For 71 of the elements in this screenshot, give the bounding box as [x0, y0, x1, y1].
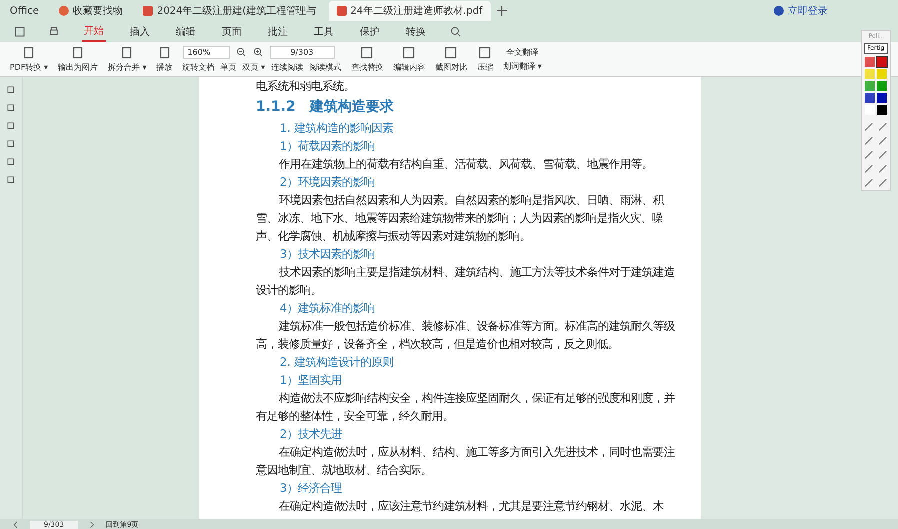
- subheading-text: 1）坚固实用: [279, 372, 344, 389]
- subheading-text: 2）技术先进: [279, 426, 344, 443]
- paragraph-text: 在确定构造做法时，应该注意节约建筑材料，尤其是要注意节约钢材、水泥、木: [278, 498, 665, 515]
- translate-button[interactable]: 划词翻译 ▾: [503, 60, 542, 72]
- translate-button[interactable]: 全文翻译: [503, 46, 542, 58]
- ribbon-button[interactable]: 双页 ▾: [242, 62, 266, 72]
- ribbon-button[interactable]: 压缩: [477, 46, 494, 72]
- menu-tab[interactable]: 页面: [220, 23, 244, 41]
- ribbon-button[interactable]: 截图对比: [435, 46, 468, 72]
- new-tab-icon[interactable]: [494, 4, 509, 18]
- ribbon-button[interactable]: PDF转换 ▾: [10, 46, 48, 72]
- ribbon-button[interactable]: 查找替换: [351, 46, 384, 72]
- ribbon-button[interactable]: 连续阅读: [271, 62, 304, 72]
- document-tab[interactable]: Office: [2, 1, 48, 21]
- paragraph-text: 电系统和弱电系统。: [256, 78, 356, 95]
- previous-page-icon[interactable]: [12, 520, 20, 528]
- ribbon-button[interactable]: 旋转文档: [182, 62, 215, 72]
- color-swatch[interactable]: [877, 105, 887, 115]
- ribbon-button[interactable]: 编辑内容: [393, 46, 426, 72]
- zoom-field[interactable]: 160%: [182, 46, 230, 58]
- menu-tab[interactable]: 工具: [312, 23, 336, 41]
- subheading-text: 3）经济合理: [279, 480, 344, 497]
- paragraph-text: 作用在建筑物上的荷载有结构自重、活荷载、风荷载、雪荷载、地震作用等。: [278, 156, 654, 173]
- color-swatch[interactable]: [877, 93, 887, 103]
- square-icon[interactable]: [402, 46, 416, 60]
- print-icon[interactable]: [48, 26, 60, 38]
- square-icon[interactable]: [360, 46, 374, 60]
- color-swatch[interactable]: [877, 57, 887, 67]
- color-swatch[interactable]: [865, 69, 875, 79]
- menu-tab[interactable]: 转换: [404, 23, 428, 41]
- zoom-out-icon[interactable]: [236, 46, 247, 58]
- ribbon-button[interactable]: 输出为图片: [58, 46, 98, 72]
- paragraph-text: 技术因素的影响主要是指建筑材料、建筑结构、施工方法等技术条件对于建筑建造设计的影响。: [256, 264, 676, 299]
- pdf-file-icon: [143, 6, 154, 16]
- document-tab[interactable]: 24年二级注册建造师教材.pdf: [328, 1, 491, 21]
- document-tab[interactable]: 2024年二级注册建(建筑工程管理与: [135, 1, 325, 21]
- user-avatar-icon: [774, 6, 784, 16]
- subheading-text: 1. 建筑构造的影响因素: [279, 120, 394, 137]
- paragraph-text: 在确定构造做法时，应从材料、结构、施工等多方面引入先进技术，同时也需要注意因地制宜、就地取材、结合实际。: [256, 444, 676, 479]
- menu-tab[interactable]: 编辑: [174, 23, 198, 41]
- paragraph-text: 构造做法不应影响结构安全，构件连接应坚固耐久，保证有足够的强度和刚度，并有足够的整体性，安全可靠，经久耐用。: [256, 390, 676, 425]
- pdf-file-icon: [336, 6, 347, 16]
- search-icon[interactable]: [450, 26, 462, 38]
- subheading-text: 4）建筑标准的影响: [279, 300, 376, 317]
- color-swatch[interactable]: [865, 57, 875, 67]
- ribbon-button[interactable]: 播放: [156, 46, 173, 72]
- square-icon[interactable]: [478, 46, 492, 60]
- line-icon[interactable]: [878, 122, 888, 132]
- color-swatch[interactable]: [877, 81, 887, 91]
- paragraph-text: 环境因素包括自然因素和人为因素。自然因素的影响是指风吹、日晒、雨淋、积雪、冰冻、地下水、地震等因素给建筑物带来的影响；人为因素的影响是指火灾、噪声、化学腐蚀、机械摩擦与振动等因素对建筑物的影响。: [256, 192, 666, 245]
- page-field[interactable]: 9/303: [270, 46, 335, 58]
- ribbon-button[interactable]: 拆分合并 ▾: [108, 46, 147, 72]
- next-page-icon[interactable]: [88, 520, 96, 528]
- color-swatch[interactable]: [877, 69, 887, 79]
- subheading-text: 1）荷载因素的影响: [279, 138, 376, 155]
- square-icon[interactable]: [444, 46, 458, 60]
- subheading-text: 2）环境因素的影响: [279, 174, 376, 191]
- color-swatch[interactable]: [865, 81, 875, 91]
- login-link[interactable]: 立即登录: [788, 4, 828, 18]
- menu-tab[interactable]: 插入: [128, 23, 152, 41]
- subheading-text: 2. 建筑构造设计的原则: [279, 354, 394, 371]
- color-swatch[interactable]: [865, 93, 875, 103]
- subheading-text: 3）技术因素的影响: [279, 246, 376, 263]
- ribbon-button[interactable]: 阅读模式: [309, 62, 342, 72]
- zoom-in-icon[interactable]: [252, 46, 264, 58]
- paragraph-text: 建筑标准一般包括造价标准、装修标准、设备标准等方面。标准高的建筑耐久等级高，装修质量好，设备齐全，档次较高，但是造价也相对较高，反之则低。: [256, 318, 676, 353]
- menu-tab[interactable]: 批注: [266, 23, 290, 41]
- section-heading: 1.1.2 建筑构造要求: [256, 98, 395, 117]
- document-tab[interactable]: 收藏要找物: [51, 1, 132, 21]
- ribbon-button[interactable]: 单页: [220, 62, 237, 72]
- menu-tab[interactable]: 保护: [358, 23, 382, 41]
